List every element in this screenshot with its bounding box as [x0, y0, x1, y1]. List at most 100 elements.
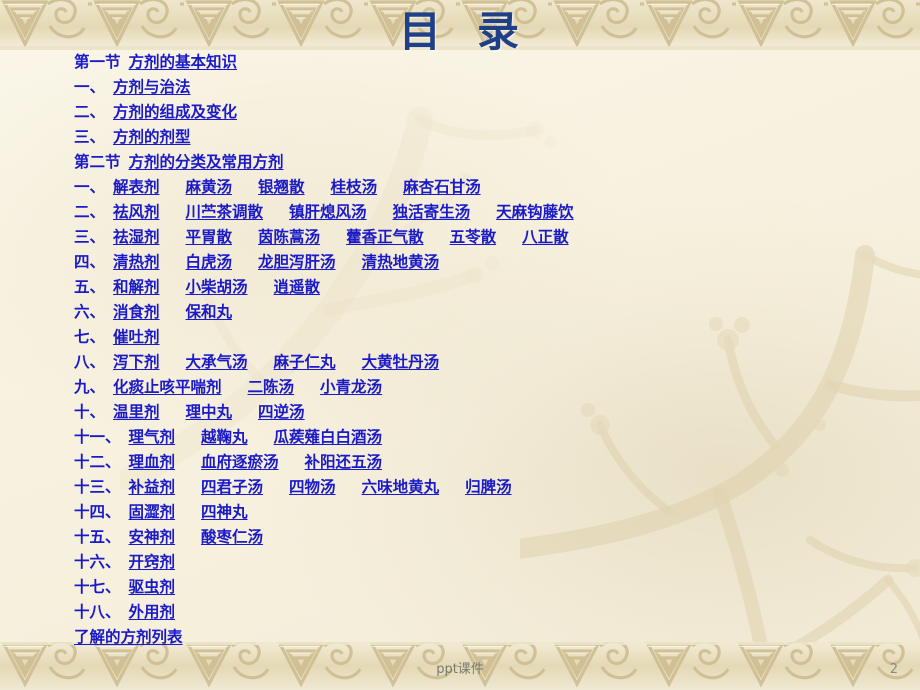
toc-link[interactable]: 理血剂 — [129, 450, 176, 472]
toc-link[interactable]: 解表剂 — [113, 175, 160, 197]
toc-link[interactable]: 化痰止咳平喘剂 — [113, 375, 222, 397]
toc-formula-link[interactable]: 麻子仁丸 — [274, 350, 336, 372]
toc-row: 四、 清热剂 白虎汤 龙胆泻肝汤 清热地黄汤 — [0, 250, 920, 275]
toc-formula-link[interactable]: 平胃散 — [186, 225, 233, 247]
toc-row: 十六、 开窍剂 — [0, 550, 920, 575]
toc-formula-link[interactable]: 理中丸 — [186, 400, 233, 422]
toc-row: 十二、 理血剂 血府逐瘀汤 补阳还五汤 — [0, 450, 920, 475]
toc-formula-link[interactable]: 清热地黄汤 — [362, 250, 440, 272]
toc-row: 十四、 固澀剂 四神丸 — [0, 500, 920, 525]
toc-formula-link[interactable]: 瓜蒺薙白白酒汤 — [274, 425, 383, 447]
toc-formula-link[interactable]: 归脾汤 — [465, 475, 512, 497]
toc-formula-link[interactable]: 川苎茶调散 — [186, 200, 264, 222]
toc-row: 十八、 外用剂 — [0, 600, 920, 625]
toc-formula-link[interactable]: 血府逐瘀汤 — [201, 450, 279, 472]
toc-row-number: 十、 — [74, 403, 106, 421]
toc-row-number: 十二、 — [74, 453, 121, 471]
toc-row: 三、 祛湿剂 平胃散 茵陈蒿汤 藿香正气散 五苓散 八正散 — [0, 225, 920, 250]
toc-row: 一、 解表剂 麻黄汤 银翘散 桂枝汤 麻杏石甘汤 — [0, 175, 920, 200]
footer-note: ppt课件 — [436, 662, 484, 677]
toc-row-number: 七、 — [74, 328, 106, 346]
toc-formula-link[interactable]: 八正散 — [522, 225, 569, 247]
page-title-char-1: 目 — [398, 7, 443, 56]
toc-row-number: 二、 — [74, 203, 106, 221]
toc-row: 六、 消食剂 保和丸 — [0, 300, 920, 325]
toc-row-number: 十三、 — [74, 478, 121, 496]
toc-formula-link[interactable]: 镇肝熄风汤 — [289, 200, 367, 222]
toc-link[interactable]: 催吐剂 — [113, 325, 160, 347]
toc-link[interactable]: 理气剂 — [129, 425, 176, 447]
toc-formula-link[interactable]: 藿香正气散 — [346, 225, 424, 247]
toc-link[interactable]: 方剂的剂型 — [113, 125, 191, 147]
toc-link[interactable]: 祛湿剂 — [113, 225, 160, 247]
page-title: 目录 — [0, 0, 920, 59]
toc-row: 二、 祛风剂 川苎茶调散 镇肝熄风汤 独活寄生汤 天麻钩藤饮 — [0, 200, 920, 225]
toc-row-number: 十五、 — [74, 528, 121, 546]
toc-row: 十七、 驱虫剂 — [0, 575, 920, 600]
toc-row-number: 九、 — [74, 378, 106, 396]
toc-formula-link[interactable]: 二陈汤 — [248, 375, 295, 397]
toc-row-number: 三、 — [74, 128, 106, 146]
toc-row: 二、 方剂的组成及变化 — [0, 100, 920, 125]
toc-row-number: 八、 — [74, 353, 106, 371]
toc-link[interactable]: 消食剂 — [113, 300, 160, 322]
toc-link[interactable]: 温里剂 — [113, 400, 160, 422]
toc-link[interactable]: 了解的方剂列表 — [74, 625, 183, 647]
toc-formula-link[interactable]: 麻杏石甘汤 — [403, 175, 481, 197]
toc-formula-link[interactable]: 大承气汤 — [186, 350, 248, 372]
toc-link[interactable]: 外用剂 — [129, 600, 176, 622]
toc-formula-link[interactable]: 小青龙汤 — [320, 375, 382, 397]
toc-link[interactable]: 开窍剂 — [129, 550, 176, 572]
toc-row: 五、 和解剂 小柴胡汤 逍遥散 — [0, 275, 920, 300]
toc-link[interactable]: 方剂的分类及常用方剂 — [129, 150, 284, 172]
toc-formula-link[interactable]: 桂枝汤 — [331, 175, 378, 197]
toc-formula-link[interactable]: 四君子汤 — [201, 475, 263, 497]
toc-row: 三、 方剂的剂型 — [0, 125, 920, 150]
toc-formula-link[interactable]: 酸枣仁汤 — [201, 525, 263, 547]
toc-row-number: 一、 — [74, 78, 106, 96]
toc-row-number: 十八、 — [74, 603, 121, 621]
toc-formula-link[interactable]: 天麻钩藤饮 — [496, 200, 574, 222]
toc-link[interactable]: 清热剂 — [113, 250, 160, 272]
toc-formula-link[interactable]: 四神丸 — [201, 500, 248, 522]
toc-row: 十、 温里剂 理中丸 四逆汤 — [0, 400, 920, 425]
toc-row: 了解的方剂列表 — [0, 625, 920, 650]
toc-formula-link[interactable]: 四物汤 — [289, 475, 336, 497]
toc-formula-link[interactable]: 小柴胡汤 — [186, 275, 248, 297]
toc-formula-link[interactable]: 越鞠丸 — [201, 425, 248, 447]
toc-formula-link[interactable]: 茵陈蒿汤 — [258, 225, 320, 247]
toc-formula-link[interactable]: 独活寄生汤 — [393, 200, 471, 222]
table-of-contents: 第一节 方剂的基本知识 一、 方剂与治法 二、 方剂的组成及变化 三、 方剂的剂型 第二节 方剂的… — [0, 50, 920, 650]
toc-link[interactable]: 驱虫剂 — [129, 575, 176, 597]
toc-formula-link[interactable]: 银翘散 — [258, 175, 305, 197]
toc-link[interactable]: 泻下剂 — [113, 350, 160, 372]
toc-formula-link[interactable]: 白虎汤 — [186, 250, 233, 272]
toc-row-number: 十一、 — [74, 428, 121, 446]
toc-link[interactable]: 固澀剂 — [129, 500, 176, 522]
toc-formula-link[interactable]: 保和丸 — [186, 300, 233, 322]
toc-formula-link[interactable]: 龙胆泻肝汤 — [258, 250, 336, 272]
toc-row-number: 十四、 — [74, 503, 121, 521]
toc-link[interactable]: 安神剂 — [129, 525, 176, 547]
toc-row: 八、 泻下剂 大承气汤 麻子仁丸 大黄牡丹汤 — [0, 350, 920, 375]
toc-link[interactable]: 方剂与治法 — [113, 75, 191, 97]
toc-formula-link[interactable]: 逍遥散 — [274, 275, 321, 297]
toc-row: 十一、 理气剂 越鞠丸 瓜蒺薙白白酒汤 — [0, 425, 920, 450]
toc-row-number: 四、 — [74, 253, 106, 271]
toc-link[interactable]: 祛风剂 — [113, 200, 160, 222]
toc-link[interactable]: 补益剂 — [129, 475, 176, 497]
toc-formula-link[interactable]: 大黄牡丹汤 — [362, 350, 440, 372]
slide-canvas: 目录 第一节 方剂的基本知识 一、 方剂与治法 二、 方剂的组成及变化 三、 方剂的剂型 第二节… — [0, 0, 920, 690]
toc-formula-link[interactable]: 四逆汤 — [258, 400, 305, 422]
toc-formula-link[interactable]: 五苓散 — [450, 225, 497, 247]
toc-row: 一、 方剂与治法 — [0, 75, 920, 100]
toc-row: 九、 化痰止咳平喘剂 二陈汤 小青龙汤 — [0, 375, 920, 400]
toc-row-number: 一、 — [74, 178, 106, 196]
toc-formula-link[interactable]: 补阳还五汤 — [305, 450, 383, 472]
toc-row: 第二节 方剂的分类及常用方剂 — [0, 150, 920, 175]
toc-formula-link[interactable]: 六味地黄丸 — [362, 475, 440, 497]
toc-link[interactable]: 方剂的组成及变化 — [113, 100, 237, 122]
toc-row-number: 五、 — [74, 278, 106, 296]
toc-formula-link[interactable]: 麻黄汤 — [186, 175, 233, 197]
toc-link[interactable]: 和解剂 — [113, 275, 160, 297]
